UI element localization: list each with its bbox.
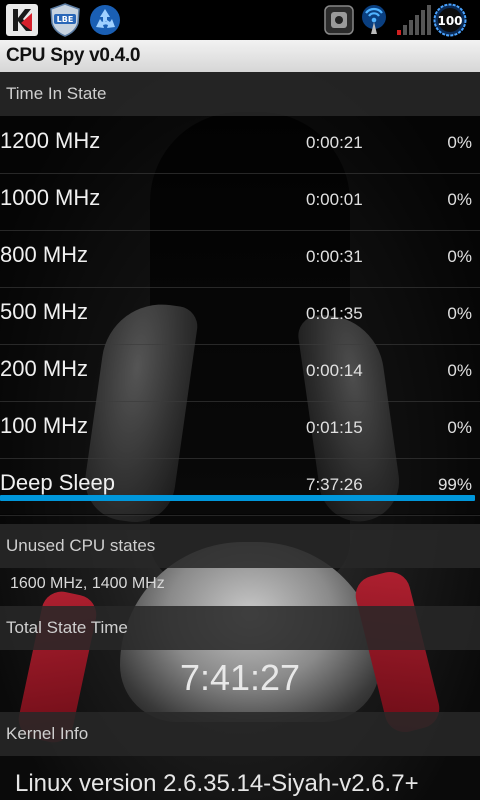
state-row[interactable]: Deep Sleep 7:37:26 99% (0, 458, 480, 516)
app-title-bar: CPU Spy v0.4.0 (0, 40, 480, 72)
state-percent: 0% (447, 418, 472, 437)
unused-states-title: Unused CPU states (6, 536, 156, 555)
lbe-label: LBE (57, 15, 74, 24)
app-title: CPU Spy v0.4.0 (6, 45, 141, 66)
state-frequency: 1200 MHz (0, 128, 101, 153)
lbe-shield-icon[interactable]: LBE (48, 3, 82, 37)
state-percent: 0% (447, 133, 472, 152)
recycle-icon[interactable] (88, 3, 122, 37)
state-row[interactable]: 800 MHz 0:00:31 0% (0, 230, 480, 288)
state-time: 0:00:14 (306, 361, 363, 380)
state-time: 0:01:35 (306, 304, 363, 323)
kaspersky-k-icon[interactable] (5, 3, 39, 37)
state-frequency: 200 MHz (0, 356, 89, 381)
state-progress-bar (0, 495, 475, 501)
state-row[interactable]: 500 MHz 0:01:35 0% (0, 287, 480, 345)
status-bar: LBE 100 (0, 0, 480, 40)
kernel-info-title: Kernel Info (6, 724, 89, 743)
state-time: 7:37:26 (306, 475, 363, 494)
state-percent: 0% (447, 304, 472, 323)
battery-icon: 100 (433, 3, 467, 37)
signal-icon (397, 5, 431, 35)
state-frequency: 500 MHz (0, 299, 89, 324)
total-state-time: 7:41:27 (179, 657, 301, 698)
state-percent: 0% (447, 361, 472, 380)
kernel-info-value: Linux version 2.6.35.14-Siyah-v2.6.7+ (15, 770, 419, 797)
app-icon[interactable] (322, 3, 356, 37)
state-row[interactable]: 100 MHz 0:01:15 0% (0, 401, 480, 459)
time-in-state-title: Time In State (6, 84, 107, 103)
state-row[interactable]: 200 MHz 0:00:14 0% (0, 344, 480, 402)
kernel-info-header: Kernel Info (0, 712, 480, 756)
state-frequency: 100 MHz (0, 413, 89, 438)
state-percent: 99% (437, 475, 472, 494)
total-time-header: Total State Time (0, 606, 480, 650)
state-percent: 0% (447, 190, 472, 209)
state-time: 0:00:21 (306, 133, 363, 152)
state-row[interactable]: 1200 MHz 0:00:21 0% (0, 116, 480, 174)
unused-states-header: Unused CPU states (0, 524, 480, 568)
battery-level: 100 (437, 14, 462, 28)
time-in-state-header: Time In State (0, 72, 480, 116)
state-time: 0:00:01 (306, 190, 363, 209)
state-time: 0:00:31 (306, 247, 363, 266)
state-frequency: 1000 MHz (0, 185, 101, 210)
state-row[interactable]: 1000 MHz 0:00:01 0% (0, 173, 480, 231)
main-content: Time In State 1200 MHz 0:00:21 0% 1000 MHz 0… (0, 72, 480, 800)
state-frequency: Deep Sleep (0, 470, 115, 495)
state-time: 0:01:15 (306, 418, 363, 437)
state-frequency: 800 MHz (0, 242, 89, 267)
unused-states-value: 1600 MHz, 1400 MHz (10, 575, 165, 592)
state-percent: 0% (447, 247, 472, 266)
total-time-title: Total State Time (6, 618, 128, 637)
wifi-tether-icon (362, 5, 386, 34)
